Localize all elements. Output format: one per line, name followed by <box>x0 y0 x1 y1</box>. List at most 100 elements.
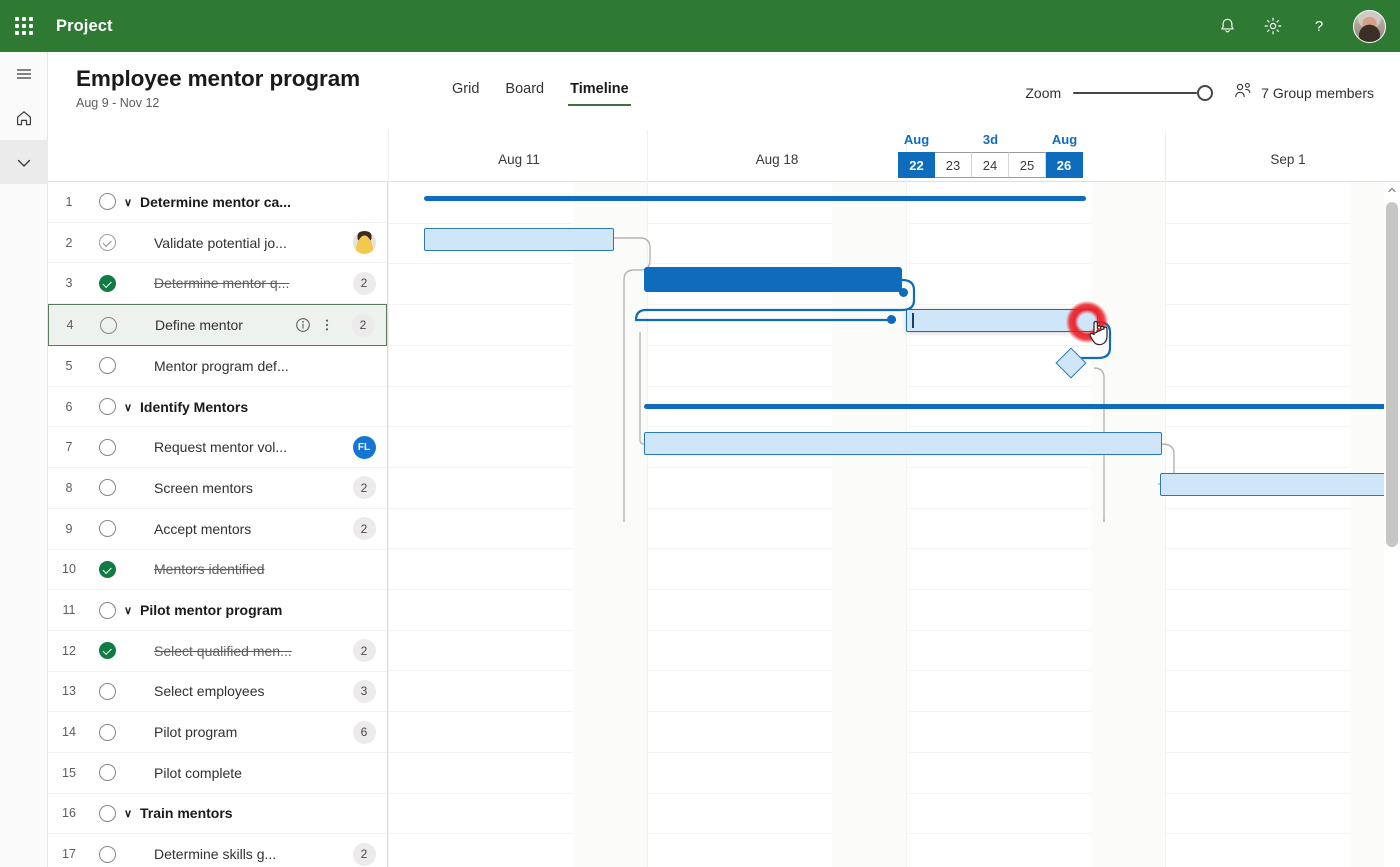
hamburger-menu-icon[interactable] <box>0 52 48 96</box>
task-row-2[interactable]: 2 Validate potential jo... <box>48 223 387 264</box>
dependency-dot-right[interactable] <box>899 288 908 297</box>
task-row-7[interactable]: 7 Request mentor vol... FL <box>48 427 387 469</box>
task-row-16[interactable]: 16 ∨ Train mentors <box>48 794 387 835</box>
gantt-bar-summary-6[interactable] <box>644 404 1400 409</box>
checkmark-icon[interactable] <box>0 140 48 184</box>
task-name[interactable]: Mentors identified <box>124 561 341 577</box>
task-row-14[interactable]: 14 Pilot program 6 <box>48 712 387 753</box>
task-row-8[interactable]: 8 Screen mentors 2 <box>48 468 387 509</box>
selection-day-26[interactable]: 26 <box>1046 152 1083 178</box>
task-complete-toggle[interactable] <box>90 234 124 252</box>
task-name[interactable]: Request mentor vol... <box>124 439 341 455</box>
task-complete-toggle[interactable] <box>90 764 124 782</box>
selection-day-22[interactable]: 22 <box>898 152 935 178</box>
user-avatar[interactable] <box>1353 9 1386 43</box>
question-mark-icon[interactable]: ? <box>1297 4 1341 48</box>
task-row-15[interactable]: 15 Pilot complete <box>48 753 387 794</box>
task-row-9[interactable]: 9 Accept mentors 2 <box>48 509 387 550</box>
task-row-13[interactable]: 13 Select employees 3 <box>48 672 387 713</box>
gantt-bar-task-2[interactable] <box>424 228 614 251</box>
group-members-button[interactable]: 7 Group members <box>1233 82 1374 104</box>
duration-badge[interactable]: 2 <box>352 476 376 500</box>
zoom-slider[interactable] <box>1073 84 1214 102</box>
task-row-1[interactable]: 1 ∨ Determine mentor ca... <box>48 182 387 223</box>
task-complete-toggle[interactable] <box>91 316 125 334</box>
selection-day-23[interactable]: 23 <box>935 152 972 178</box>
gear-icon[interactable] <box>1251 4 1295 48</box>
task-name[interactable]: ∨ Determine mentor ca... <box>124 194 341 210</box>
duration-badge[interactable]: 2 <box>352 271 376 295</box>
task-complete-toggle[interactable] <box>90 398 124 416</box>
gantt-bar-task-8[interactable] <box>1160 473 1400 496</box>
task-complete-toggle[interactable] <box>90 479 124 497</box>
chevron-down-icon[interactable]: ∨ <box>124 807 135 820</box>
task-complete-toggle[interactable] <box>90 723 124 741</box>
chevron-down-icon[interactable]: ∨ <box>124 196 135 209</box>
task-name[interactable]: Mentor program def... <box>124 358 341 374</box>
task-complete-toggle[interactable] <box>90 560 124 578</box>
task-complete-toggle[interactable] <box>90 642 124 660</box>
kebab-more-icon[interactable] <box>316 314 338 336</box>
task-name[interactable]: Select qualified men... <box>124 643 341 659</box>
chevron-up-icon[interactable] <box>1384 182 1400 198</box>
duration-badge[interactable]: 2 <box>352 842 376 866</box>
chevron-down-icon[interactable]: ∨ <box>124 401 135 414</box>
gantt-bar-summary-1[interactable] <box>424 196 1086 201</box>
task-complete-toggle[interactable] <box>90 357 124 375</box>
task-name[interactable]: ∨ Identify Mentors <box>124 399 341 415</box>
selection-day-25[interactable]: 25 <box>1009 152 1046 178</box>
task-complete-toggle[interactable] <box>90 438 124 456</box>
selection-day-24[interactable]: 24 <box>972 152 1009 178</box>
duration-badge[interactable]: 3 <box>352 679 376 703</box>
tab-board[interactable]: Board <box>495 78 554 106</box>
task-complete-toggle[interactable] <box>90 520 124 538</box>
task-name[interactable]: Pilot program <box>124 724 341 740</box>
task-name[interactable]: Accept mentors <box>124 521 341 537</box>
task-complete-toggle[interactable] <box>90 682 124 700</box>
task-name[interactable]: Determine skills g... <box>124 846 341 862</box>
task-name[interactable]: ∨ Pilot mentor program <box>124 602 341 618</box>
task-complete-toggle[interactable] <box>90 193 124 211</box>
task-complete-toggle[interactable] <box>90 274 124 292</box>
vertical-scrollbar-thumb[interactable] <box>1386 202 1398 547</box>
task-name[interactable]: Validate potential jo... <box>124 235 341 251</box>
task-row-17[interactable]: 17 Determine skills g... 2 <box>48 834 387 867</box>
tab-timeline[interactable]: Timeline <box>560 78 639 106</box>
task-row-11[interactable]: 11 ∨ Pilot mentor program <box>48 590 387 631</box>
task-name[interactable]: Define mentor <box>125 317 292 333</box>
assignee-initials-avatar[interactable]: FL <box>352 435 376 459</box>
task-name[interactable]: Pilot complete <box>124 765 341 781</box>
task-name[interactable]: Determine mentor q... <box>124 275 341 291</box>
assignee-photo-avatar[interactable] <box>352 231 376 255</box>
task-complete-toggle[interactable] <box>90 601 124 619</box>
dependency-dot-left[interactable] <box>887 315 896 324</box>
vertical-scrollbar[interactable] <box>1384 182 1400 867</box>
duration-badge[interactable]: 6 <box>352 720 376 744</box>
gantt-bar-task-4-selected[interactable] <box>906 309 1098 332</box>
task-complete-toggle[interactable] <box>90 804 124 822</box>
app-launcher-icon[interactable] <box>0 0 48 52</box>
task-complete-toggle[interactable] <box>90 845 124 863</box>
task-row-3[interactable]: 3 Determine mentor q... 2 <box>48 263 387 305</box>
chevron-down-icon[interactable]: ∨ <box>124 604 135 617</box>
duration-badge[interactable]: 2 <box>352 639 376 663</box>
app-name[interactable]: Project <box>56 17 113 36</box>
task-row-12[interactable]: 12 Select qualified men... 2 <box>48 631 387 672</box>
task-name[interactable]: Select employees <box>124 683 341 699</box>
duration-badge[interactable]: 2 <box>351 313 375 337</box>
date-selection-chip[interactable]: Aug 3d Aug 22 23 24 25 26 <box>898 130 1083 182</box>
gantt-bar-task-3[interactable] <box>644 267 902 292</box>
duration-badge[interactable]: 2 <box>352 517 376 541</box>
task-name[interactable]: Screen mentors <box>124 480 341 496</box>
task-name[interactable]: ∨ Train mentors <box>124 805 341 821</box>
tab-grid[interactable]: Grid <box>442 78 489 106</box>
zoom-slider-thumb[interactable] <box>1197 85 1214 101</box>
bell-icon[interactable] <box>1205 4 1249 48</box>
task-row-10[interactable]: 10 Mentors identified <box>48 550 387 591</box>
gantt-bar-task-7[interactable] <box>644 432 1162 455</box>
home-icon[interactable] <box>0 96 48 140</box>
task-row-5[interactable]: 5 Mentor program def... <box>48 346 387 387</box>
task-row-6[interactable]: 6 ∨ Identify Mentors <box>48 387 387 428</box>
task-row-4[interactable]: 4 Define mentor 2 <box>48 304 387 347</box>
info-icon[interactable] <box>292 314 314 336</box>
